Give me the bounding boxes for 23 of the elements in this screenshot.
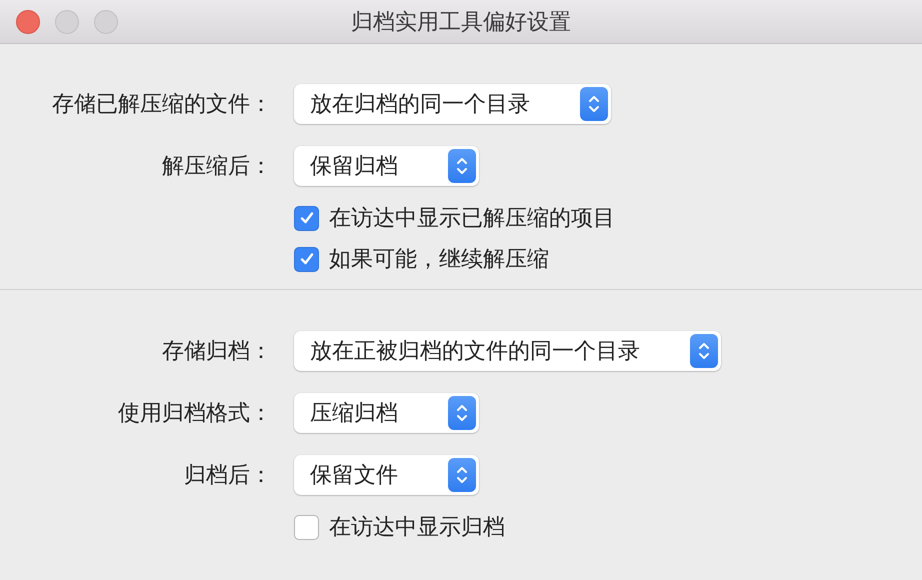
- checkbox-label: 如果可能，继续解压缩: [329, 246, 549, 274]
- popup-button[interactable]: 保留归档: [294, 146, 479, 186]
- window-title: 归档实用工具偏好设置: [351, 8, 571, 36]
- checkbox-label: 在访达中显示归档: [329, 514, 505, 542]
- chevron-updown-icon: [448, 396, 476, 430]
- checkbox[interactable]: [294, 514, 319, 540]
- chevron-updown-icon: [448, 149, 476, 183]
- popup-button[interactable]: 放在归档的同一个目录: [294, 84, 611, 124]
- chevron-updown-icon: [448, 458, 476, 492]
- checkbox[interactable]: [294, 206, 319, 230]
- checkbox-label: 在访达中显示已解压缩的项目: [329, 205, 615, 233]
- field-label: 存储已解压缩的文件：: [52, 91, 272, 119]
- field-label: 归档后：: [184, 462, 272, 490]
- checkbox[interactable]: [294, 246, 319, 272]
- popup-button[interactable]: 放在正被归档的文件的同一个目录: [294, 331, 721, 371]
- popup-button[interactable]: 压缩归档: [294, 393, 479, 433]
- chevron-updown-icon: [690, 334, 718, 368]
- field-label: 存储归档：: [162, 338, 272, 366]
- chevron-updown-icon: [580, 87, 608, 121]
- close-button[interactable]: [16, 10, 40, 34]
- field-label: 解压缩后：: [162, 153, 272, 181]
- field-label: 使用归档格式：: [118, 400, 272, 428]
- popup-button[interactable]: 保留文件: [294, 455, 479, 495]
